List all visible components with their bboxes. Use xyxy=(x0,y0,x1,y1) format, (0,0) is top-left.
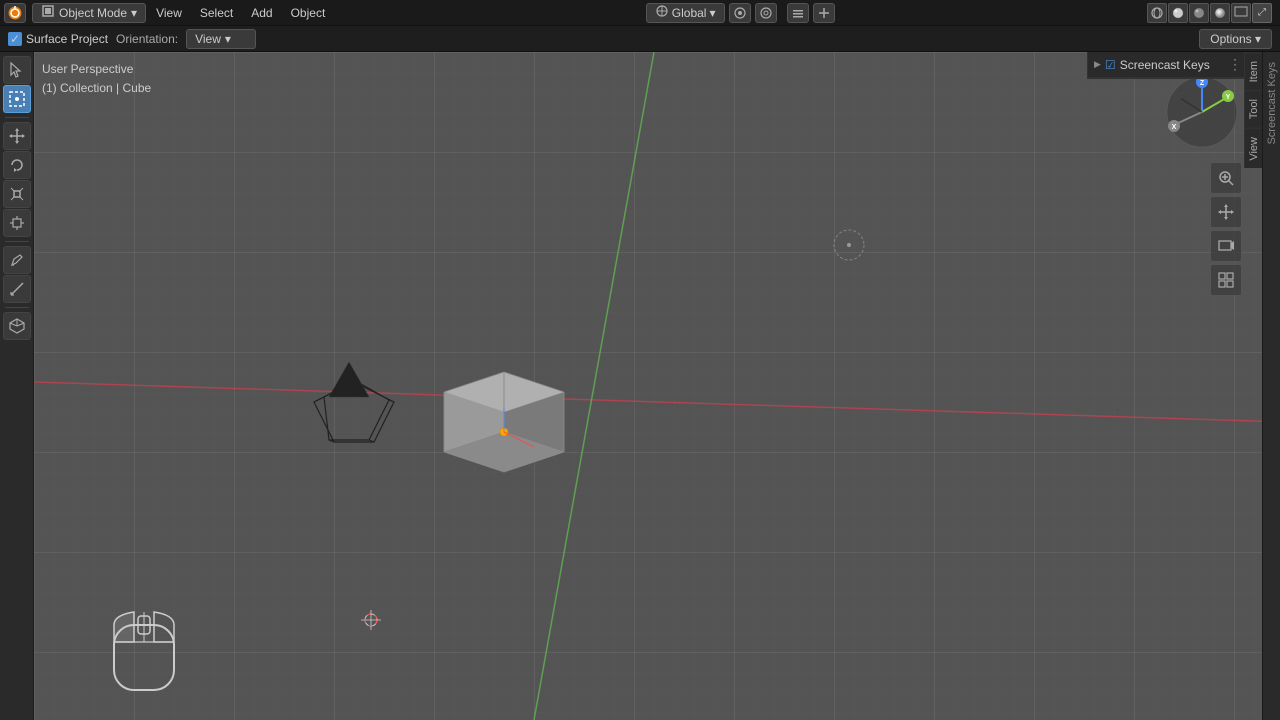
menu-center: Global ▾ xyxy=(333,3,1147,23)
screencast-vertical-text: Screencast Keys xyxy=(1266,62,1278,145)
mode-chevron: ▾ xyxy=(131,6,137,20)
orientation-label: Orientation: xyxy=(116,32,178,46)
surface-project-label: Surface Project xyxy=(26,32,108,46)
svg-text:Y: Y xyxy=(1226,94,1231,101)
rotate-tool-button[interactable] xyxy=(3,151,31,179)
tool-separator-2 xyxy=(5,241,29,242)
snap-icon[interactable] xyxy=(729,3,751,23)
tool-separator-3 xyxy=(5,307,29,308)
proportional-edit-icon[interactable] xyxy=(755,3,777,23)
second-bar-right: Options ▾ xyxy=(1199,29,1272,49)
camera-view-button[interactable] xyxy=(1210,230,1242,262)
global-dropdown[interactable]: Global ▾ xyxy=(646,3,725,23)
pan-tool-button[interactable] xyxy=(1210,196,1242,228)
right-tabs: Item Tool View xyxy=(1244,52,1262,168)
select-box-button[interactable] xyxy=(3,85,31,113)
options-button[interactable]: Options ▾ xyxy=(1199,29,1272,49)
left-toolbar xyxy=(0,52,34,720)
tab-view[interactable]: View xyxy=(1245,128,1263,169)
axis-gizmo[interactable]: Z Y X xyxy=(1162,72,1242,152)
screencast-expand-arrow[interactable]: ▶ xyxy=(1094,59,1101,70)
menu-right: ⤢ xyxy=(1147,3,1280,23)
tool-separator-1 xyxy=(5,117,29,118)
annotate-tool-button[interactable] xyxy=(3,246,31,274)
transform-tool-button[interactable] xyxy=(3,209,31,237)
screencast-checkbox[interactable]: ☑ xyxy=(1105,58,1116,72)
editor-type-icon[interactable] xyxy=(1231,3,1251,23)
grid-background xyxy=(34,52,1262,720)
cube-object[interactable] xyxy=(424,322,584,502)
add-cube-button[interactable] xyxy=(3,312,31,340)
object-mode-icon xyxy=(41,4,55,21)
surface-project-checkbox[interactable]: ✓ xyxy=(8,32,22,46)
tab-item[interactable]: Item xyxy=(1245,52,1263,90)
measure-tool-button[interactable] xyxy=(3,275,31,303)
screencast-header-row: ▶ ☑ Screencast Keys ⋮⋮ xyxy=(1088,52,1262,78)
3d-cursor xyxy=(359,608,383,632)
menu-view[interactable]: View xyxy=(148,0,190,26)
move-tool-button[interactable] xyxy=(3,122,31,150)
screencast-label: Screencast Keys xyxy=(1120,58,1224,72)
screencast-keys-panel: ▶ ☑ Screencast Keys ⋮⋮ xyxy=(1087,52,1262,79)
svg-text:Z: Z xyxy=(1200,80,1205,87)
light-object xyxy=(824,220,874,270)
zoom-tool-button[interactable] xyxy=(1210,162,1242,194)
wireframe-icon[interactable] xyxy=(1147,3,1167,23)
surface-project-toggle[interactable]: ✓ Surface Project xyxy=(8,32,108,46)
tab-tool[interactable]: Tool xyxy=(1245,90,1263,127)
top-menu-bar: Object Mode ▾ View Select Add Object Glo… xyxy=(0,0,1280,26)
second-bar: ✓ Surface Project Orientation: View ▾ Op… xyxy=(0,26,1280,52)
global-icon xyxy=(655,4,669,21)
orientation-dropdown[interactable]: View ▾ xyxy=(186,29,256,49)
viewport-3d[interactable]: User Perspective (1) Collection | Cube xyxy=(34,52,1262,720)
rendered-icon[interactable] xyxy=(1210,3,1230,23)
menu-object[interactable]: Object xyxy=(283,0,334,26)
global-chevron: ▾ xyxy=(709,6,715,20)
overlay-icon[interactable] xyxy=(787,3,809,23)
expand-icon[interactable]: ⤢ xyxy=(1252,3,1272,23)
gizmo-icon[interactable] xyxy=(813,3,835,23)
menu-add[interactable]: Add xyxy=(243,0,280,26)
viewport-shading-icons: ⤢ xyxy=(1147,3,1272,23)
object-mode-label: Object Mode xyxy=(59,6,127,20)
menu-select[interactable]: Select xyxy=(192,0,241,26)
blender-icon[interactable] xyxy=(4,3,26,23)
object-mode-button[interactable]: Object Mode ▾ xyxy=(32,3,146,23)
orientation-chevron: ▾ xyxy=(225,32,231,46)
scale-tool-button[interactable] xyxy=(3,180,31,208)
viewport-tools xyxy=(1210,162,1242,296)
cursor-tool-button[interactable] xyxy=(3,56,31,84)
frame-selected-button[interactable] xyxy=(1210,264,1242,296)
options-label: Options ▾ xyxy=(1210,32,1261,46)
camera-object xyxy=(294,352,414,472)
solid-icon[interactable] xyxy=(1168,3,1188,23)
global-label: Global xyxy=(672,6,707,20)
svg-text:X: X xyxy=(1172,124,1177,131)
screencast-vertical-label: Screencast Keys xyxy=(1262,52,1280,720)
menu-left: Object Mode ▾ View Select Add Object xyxy=(0,0,333,26)
material-preview-icon[interactable] xyxy=(1189,3,1209,23)
orientation-value: View xyxy=(195,32,221,46)
mouse-diagram xyxy=(104,600,184,700)
